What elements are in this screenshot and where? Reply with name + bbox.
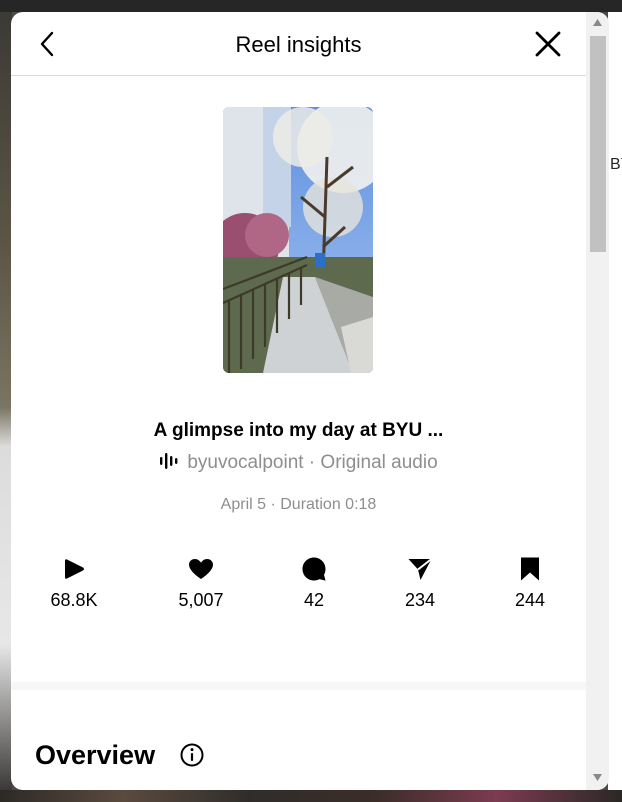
reel-insights-modal: Reel insights A glimpse into my day at B… bbox=[11, 12, 609, 790]
stat-saves-value: 244 bbox=[514, 590, 546, 610]
close-button[interactable] bbox=[533, 29, 563, 59]
bookmark-icon bbox=[521, 557, 539, 581]
info-icon-button[interactable] bbox=[180, 743, 204, 767]
insights-content: A glimpse into my day at BYU ... byuvoca… bbox=[11, 76, 586, 790]
scroll-up-button[interactable] bbox=[586, 14, 609, 32]
stat-likes-value: 5,007 bbox=[178, 590, 224, 610]
scrollbar[interactable] bbox=[586, 12, 609, 790]
stat-plays[interactable]: 68.8K bbox=[34, 556, 114, 611]
stat-shares-value: 234 bbox=[404, 590, 436, 610]
stat-likes[interactable]: 5,007 bbox=[161, 556, 241, 611]
stat-comments-value: 42 bbox=[303, 590, 325, 610]
stat-comments[interactable]: 42 bbox=[274, 556, 354, 611]
info-icon bbox=[180, 743, 204, 767]
scroll-down-button[interactable] bbox=[586, 768, 609, 786]
reel-meta: April 5 · Duration 0:18 bbox=[220, 496, 377, 513]
background-text: BY bbox=[610, 156, 622, 173]
overview-heading: Overview bbox=[35, 740, 156, 770]
stat-saves[interactable]: 244 bbox=[490, 556, 570, 611]
page-title: Reel insights bbox=[235, 32, 362, 57]
background-page bbox=[0, 0, 622, 12]
reel-thumbnail-image bbox=[223, 107, 373, 373]
background-page-right bbox=[608, 12, 622, 802]
play-icon bbox=[65, 559, 84, 579]
section-divider bbox=[11, 682, 586, 690]
share-icon bbox=[408, 558, 433, 580]
stat-plays-value: 68.8K bbox=[50, 590, 98, 610]
comment-icon bbox=[302, 557, 326, 581]
reel-thumbnail[interactable] bbox=[223, 107, 373, 373]
reel-title: A glimpse into my day at BYU ... bbox=[153, 420, 444, 441]
scroll-down-arrow-icon bbox=[593, 774, 602, 781]
heart-icon bbox=[189, 559, 213, 579]
audio-row[interactable]: byuvocalpoint · Original audio bbox=[11, 452, 586, 474]
modal-header: Reel insights bbox=[11, 12, 586, 76]
scroll-thumb[interactable] bbox=[590, 36, 606, 252]
stat-shares[interactable]: 234 bbox=[380, 556, 460, 611]
scroll-up-arrow-icon bbox=[593, 19, 602, 26]
audio-waveform-icon bbox=[160, 453, 178, 469]
audio-label: byuvocalpoint · Original audio bbox=[187, 452, 438, 473]
close-icon bbox=[535, 31, 561, 57]
background-page-bottom bbox=[0, 790, 622, 802]
